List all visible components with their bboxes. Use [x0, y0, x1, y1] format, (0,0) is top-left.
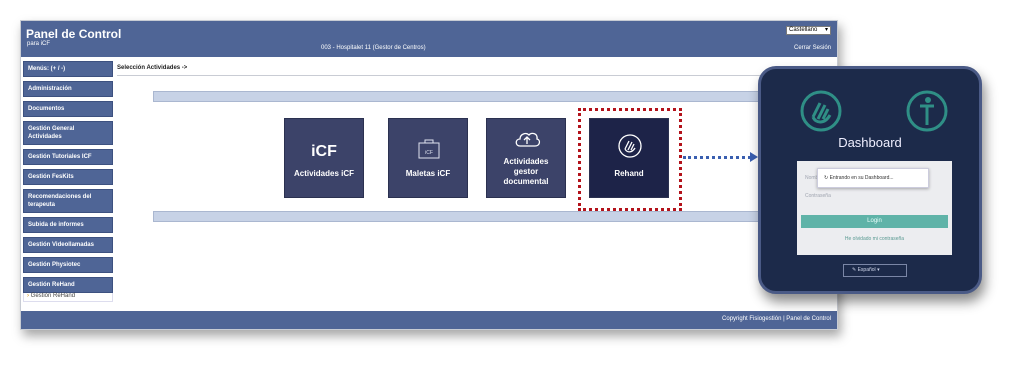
login-form: Nombre Contraseña ↻ Entrando en su Dashb…: [797, 161, 952, 255]
dashboard-panel: Dashboard Nombre Contraseña ↻ Entrando e…: [758, 66, 982, 294]
app-title: Panel de Control: [26, 27, 122, 41]
password-field[interactable]: Contraseña: [805, 193, 831, 199]
spinner-icon: ↻: [824, 175, 829, 181]
suitcase-icon: iCF: [418, 139, 440, 159]
sidebar-subitem-rehand[interactable]: › Gestión ReHand: [23, 293, 113, 302]
caret-down-icon: ▾: [877, 267, 880, 273]
cloud-upload-icon: [515, 132, 541, 147]
arrow-head-icon: [750, 152, 758, 162]
dashboard-title: Dashboard: [838, 135, 902, 150]
sidebar-item-gestion-feskits[interactable]: Gestión FesKits: [23, 169, 113, 185]
language-value: Castellano: [789, 27, 818, 33]
stage: Panel de Control para iCF 003 - Hospital…: [0, 0, 1024, 366]
sidebar-item-menus[interactable]: Menús: (+ / -): [23, 61, 113, 77]
sidebar-item-physiotec[interactable]: Gestión Physiotec: [23, 257, 113, 273]
sidebar-subitem-label: Gestión ReHand: [30, 293, 76, 299]
toast-message: Entrando en su Dashboard...: [829, 175, 894, 181]
divider: [117, 75, 837, 76]
arrow-line: [683, 156, 751, 159]
translate-icon: ✎: [852, 267, 857, 273]
app-subtitle: para iCF: [27, 41, 51, 47]
forgot-password-link[interactable]: He olvidado mi contraseña: [797, 236, 952, 242]
login-button[interactable]: Login: [801, 215, 948, 228]
icf-logo: iCF: [311, 143, 337, 160]
loading-toast: ↻ Entrando en su Dashboard...: [817, 168, 929, 188]
bottom-band: [153, 211, 837, 222]
sidebar-item-rehand[interactable]: Gestión ReHand: [23, 277, 113, 293]
rehand-highlight: [578, 108, 682, 211]
center-name: 003 - Hospitalet 11 (Gestor de Centros): [321, 45, 426, 51]
language-dropdown[interactable]: ✎ Español ▾: [843, 264, 907, 277]
footer: Copyright Fisiogestión | Panel de Contro…: [21, 311, 837, 329]
sidebar-item-documentos[interactable]: Documentos: [23, 101, 113, 117]
top-band: [153, 91, 837, 102]
sidebar-item-subida-informes[interactable]: Subida de informes: [23, 217, 113, 233]
copyright: Copyright Fisiogestión | Panel de Contro…: [722, 316, 831, 322]
tile-gestor-documental[interactable]: Actividades gestor documental: [486, 118, 566, 198]
tile-label: Maletas iCF: [405, 169, 451, 178]
sidebar-item-recomendaciones[interactable]: Recomendaciones del terapeuta: [23, 189, 113, 213]
top-header: Panel de Control para iCF 003 - Hospital…: [21, 21, 837, 57]
logout-link[interactable]: Cerrar Sesión: [794, 45, 831, 51]
hand-logo-icon: [800, 90, 842, 132]
sidebar-item-gestion-tutoriales[interactable]: Gestión Tutoriales ICF: [23, 149, 113, 165]
language-label: Español: [857, 267, 876, 273]
language-select[interactable]: Castellano ▾: [786, 26, 831, 35]
tile-label: Actividades iCF: [293, 169, 354, 178]
chevron-down-icon: ▾: [824, 27, 828, 33]
sidebar-item-gestion-general-actividades[interactable]: Gestión General Actividades: [23, 121, 113, 145]
breadcrumb: Selección Actividades ->: [117, 65, 188, 71]
sidebar-item-administracion[interactable]: Administración: [23, 81, 113, 97]
tile-label-line-3: documental: [503, 177, 549, 186]
suitcase-label: iCF: [425, 150, 433, 156]
control-panel-window: Panel de Control para iCF 003 - Hospital…: [20, 20, 838, 330]
tile-label-line-1: Actividades: [503, 157, 549, 166]
person-logo-icon: [906, 90, 948, 132]
tile-label-line-2: gestor: [513, 167, 539, 176]
sidebar-item-videollamadas[interactable]: Gestión Videollamadas: [23, 237, 113, 253]
tile-maletas-icf[interactable]: iCF Maletas iCF: [388, 118, 468, 198]
bullet-icon: ›: [27, 293, 29, 299]
sidebar: Menús: (+ / -) Administración Documentos…: [23, 61, 113, 302]
tile-actividades-icf[interactable]: iCF Actividades iCF: [284, 118, 364, 198]
